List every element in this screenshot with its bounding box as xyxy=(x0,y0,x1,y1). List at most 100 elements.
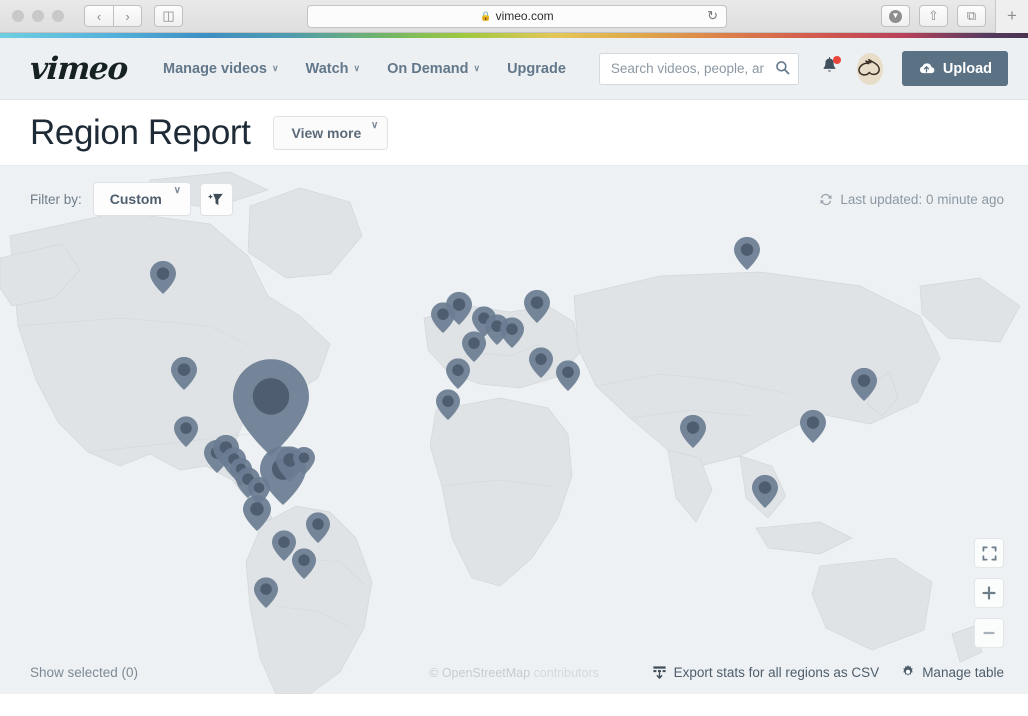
page-title: Region Report xyxy=(30,112,251,152)
page-header: Region Report View more ∨ xyxy=(0,100,1028,166)
user-avatar[interactable] xyxy=(857,52,883,85)
vimeo-logo[interactable]: vimeo xyxy=(29,51,129,87)
lock-icon: 🔒 xyxy=(480,10,492,21)
upload-label: Upload xyxy=(942,60,992,77)
map-marker[interactable] xyxy=(171,356,197,390)
map-pin-icon xyxy=(734,236,760,270)
address-bar[interactable]: 🔒 vimeo.com ↻ xyxy=(307,4,727,28)
region-map[interactable]: Filter by: Custom ∨ Last updated: 0 minu… xyxy=(0,166,1028,694)
tab-overview-icon[interactable]: ⧉ xyxy=(957,5,986,27)
url-text: vimeo.com xyxy=(495,9,554,23)
map-marker[interactable] xyxy=(529,347,553,378)
filter-funnel-icon xyxy=(208,193,224,205)
notification-badge-dot xyxy=(833,56,842,64)
map-pin-icon xyxy=(171,356,197,390)
map-footer-bar: Show selected (0) Export stats for all r… xyxy=(0,650,1028,694)
search-icon[interactable] xyxy=(775,60,790,78)
map-pin-icon xyxy=(306,512,330,543)
map-marker[interactable] xyxy=(851,367,877,401)
view-more-button[interactable]: View more ∨ xyxy=(272,115,389,150)
zoom-in-button[interactable] xyxy=(974,578,1004,608)
map-pin-icon xyxy=(254,577,278,608)
fullscreen-icon[interactable] xyxy=(974,538,1004,568)
chevron-down-icon: ∨ xyxy=(173,185,181,196)
map-pin-icon xyxy=(436,389,460,420)
map-marker[interactable] xyxy=(254,577,278,608)
search-box xyxy=(598,52,800,85)
chevron-down-icon: ∨ xyxy=(271,63,279,73)
manage-table-button[interactable]: Manage table xyxy=(901,665,1004,680)
map-marker[interactable] xyxy=(446,358,470,389)
add-filter-button[interactable] xyxy=(199,182,233,216)
search-input[interactable] xyxy=(598,52,800,85)
nav-label: On Demand xyxy=(387,60,469,77)
minimize-window-button[interactable] xyxy=(32,10,44,22)
map-marker[interactable] xyxy=(292,548,316,579)
map-pin-icon xyxy=(446,358,470,389)
maximize-window-button[interactable] xyxy=(52,10,64,22)
new-tab-button[interactable]: + xyxy=(995,0,1028,33)
forward-button[interactable]: › xyxy=(113,5,142,27)
last-updated-text: Last updated: 0 minute ago xyxy=(840,191,1004,207)
map-marker[interactable] xyxy=(446,291,472,325)
map-pin-icon xyxy=(529,347,553,378)
map-marker[interactable] xyxy=(293,446,315,475)
reload-icon[interactable]: ↻ xyxy=(707,8,718,24)
export-csv-label: Export stats for all regions as CSV xyxy=(673,664,880,680)
footer-actions: Export stats for all regions as CSV Mana… xyxy=(652,665,1004,680)
map-marker[interactable] xyxy=(524,289,550,323)
export-csv-button[interactable]: Export stats for all regions as CSV xyxy=(652,664,880,680)
map-marker[interactable] xyxy=(752,474,778,508)
window-traffic-lights xyxy=(0,10,64,22)
map-pin-icon xyxy=(233,359,309,456)
map-marker[interactable] xyxy=(174,416,198,447)
vimeo-header: vimeo Manage videos ∨ Watch ∨ On Demand … xyxy=(0,38,1028,100)
map-pin-icon xyxy=(292,548,316,579)
export-download-icon xyxy=(653,665,666,679)
manage-table-label: Manage table xyxy=(922,664,1004,680)
map-pin-icon xyxy=(680,414,706,448)
nav-item-on-demand[interactable]: On Demand ∨ xyxy=(387,61,480,77)
nav-item-manage-videos[interactable]: Manage videos ∨ xyxy=(163,61,279,77)
share-icon[interactable]: ⇧ xyxy=(919,5,948,27)
map-marker[interactable] xyxy=(556,360,580,391)
chevron-down-icon: ∨ xyxy=(353,63,361,73)
map-marker[interactable] xyxy=(150,260,176,294)
map-pin-icon xyxy=(174,416,198,447)
nav-label: Watch xyxy=(305,60,349,77)
map-pin-icon xyxy=(524,289,550,323)
map-pin-icon xyxy=(556,360,580,391)
gear-icon xyxy=(903,665,913,676)
download-arrow-icon: ▼ xyxy=(889,9,902,23)
map-marker[interactable] xyxy=(462,331,486,362)
sidebar-toggle-icon[interactable]: ◫ xyxy=(154,5,183,27)
nav-label: Upgrade xyxy=(507,60,566,77)
map-marker[interactable] xyxy=(800,409,826,443)
map-marker[interactable] xyxy=(233,359,309,456)
nav-label: Manage videos xyxy=(163,60,267,77)
map-marker[interactable] xyxy=(306,512,330,543)
map-pin-icon xyxy=(500,317,524,348)
browser-nav-buttons: ‹ › xyxy=(84,5,142,27)
back-button[interactable]: ‹ xyxy=(84,5,113,27)
downloads-icon[interactable]: ▼ xyxy=(881,5,910,27)
filter-dropdown[interactable]: Custom ∨ xyxy=(92,182,191,216)
map-pin-icon xyxy=(446,291,472,325)
notifications-button[interactable] xyxy=(821,56,842,80)
view-more-label: View more xyxy=(291,124,362,141)
filter-by-label: Filter by: xyxy=(30,191,82,207)
chevron-down-icon: ∨ xyxy=(473,63,481,73)
map-marker[interactable] xyxy=(734,236,760,270)
map-pin-icon xyxy=(150,260,176,294)
map-pin-icon xyxy=(462,331,486,362)
show-selected-link[interactable]: Show selected (0) xyxy=(30,665,138,680)
map-marker[interactable] xyxy=(500,317,524,348)
upload-button[interactable]: Upload xyxy=(901,51,1008,86)
nav-item-upgrade[interactable]: Upgrade xyxy=(507,61,566,77)
map-marker[interactable] xyxy=(436,389,460,420)
zoom-out-button[interactable] xyxy=(974,618,1004,648)
map-marker[interactable] xyxy=(680,414,706,448)
close-window-button[interactable] xyxy=(12,10,24,22)
nav-item-watch[interactable]: Watch ∨ xyxy=(306,61,361,77)
last-updated-status: Last updated: 0 minute ago xyxy=(819,192,1004,207)
